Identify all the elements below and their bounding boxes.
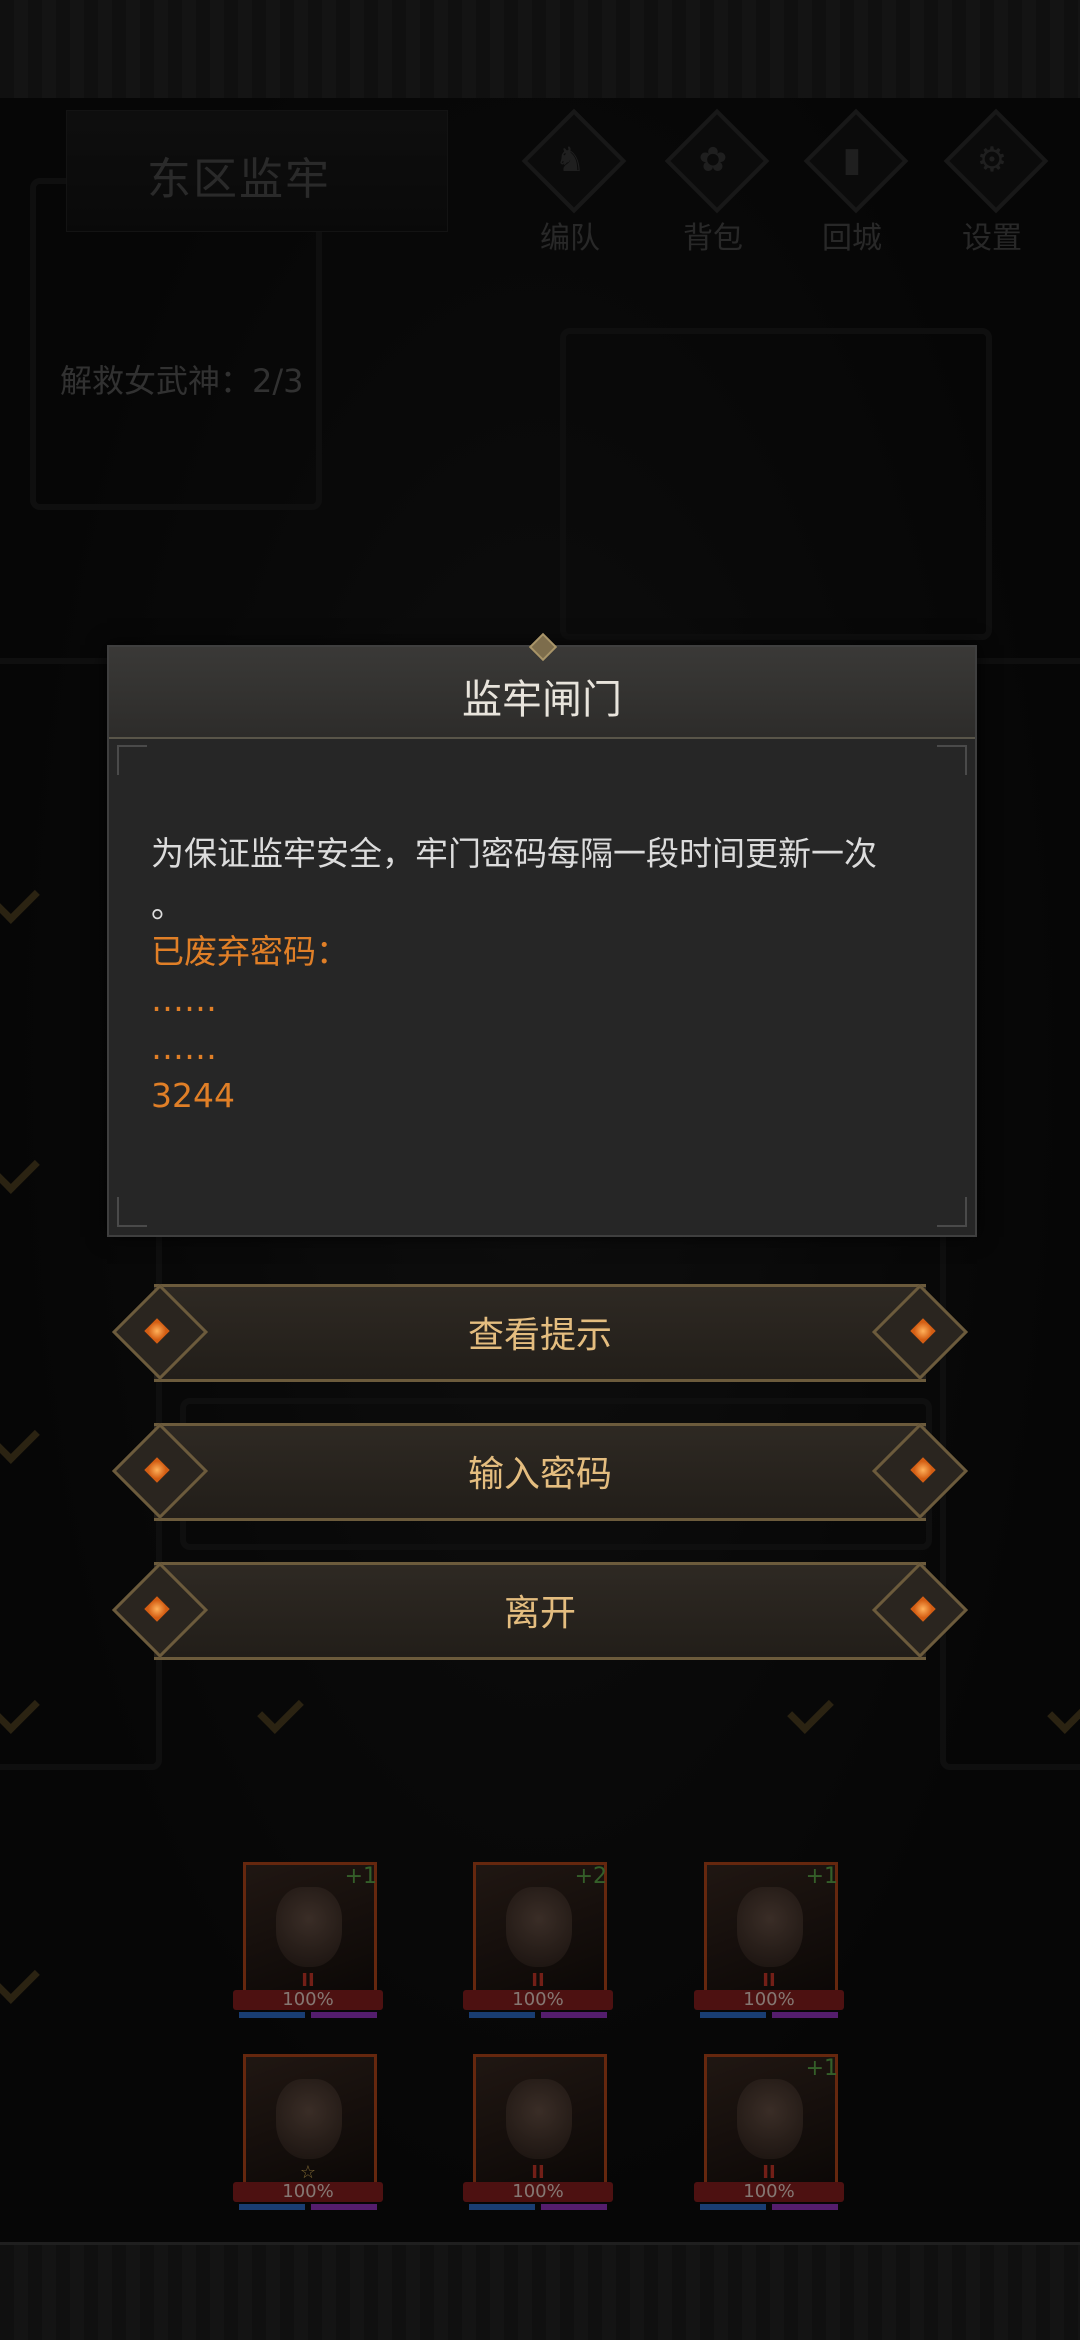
view-hint-button[interactable]: 查看提示 bbox=[111, 1283, 969, 1382]
discarded-line: …… bbox=[151, 1028, 217, 1067]
dialog-header: 监牢闸门 bbox=[109, 632, 975, 739]
discarded-line: …… bbox=[151, 980, 217, 1019]
gate-dialog: 监牢闸门 为保证监牢安全，牢门密码每隔一段时间更新一次 。 已废弃密码： …… … bbox=[107, 632, 977, 1237]
enter-password-button[interactable]: 输入密码 bbox=[111, 1422, 969, 1521]
discarded-password: 3244 bbox=[151, 1076, 235, 1115]
enter-password-label: 输入密码 bbox=[467, 1454, 612, 1495]
leave-button[interactable]: 离开 bbox=[111, 1561, 969, 1660]
discarded-label: 已废弃密码： bbox=[151, 932, 349, 971]
dialog-message: 为保证监牢安全，牢门密码每隔一段时间更新一次 bbox=[151, 834, 877, 873]
dialog-body: 为保证监牢安全，牢门密码每隔一段时间更新一次 。 已废弃密码： …… …… 32… bbox=[151, 832, 951, 1120]
dialog-message-tail: 。 bbox=[151, 886, 184, 925]
dialog-title: 监牢闸门 bbox=[462, 677, 622, 723]
view-hint-label: 查看提示 bbox=[467, 1315, 612, 1356]
leave-label: 离开 bbox=[503, 1593, 576, 1634]
